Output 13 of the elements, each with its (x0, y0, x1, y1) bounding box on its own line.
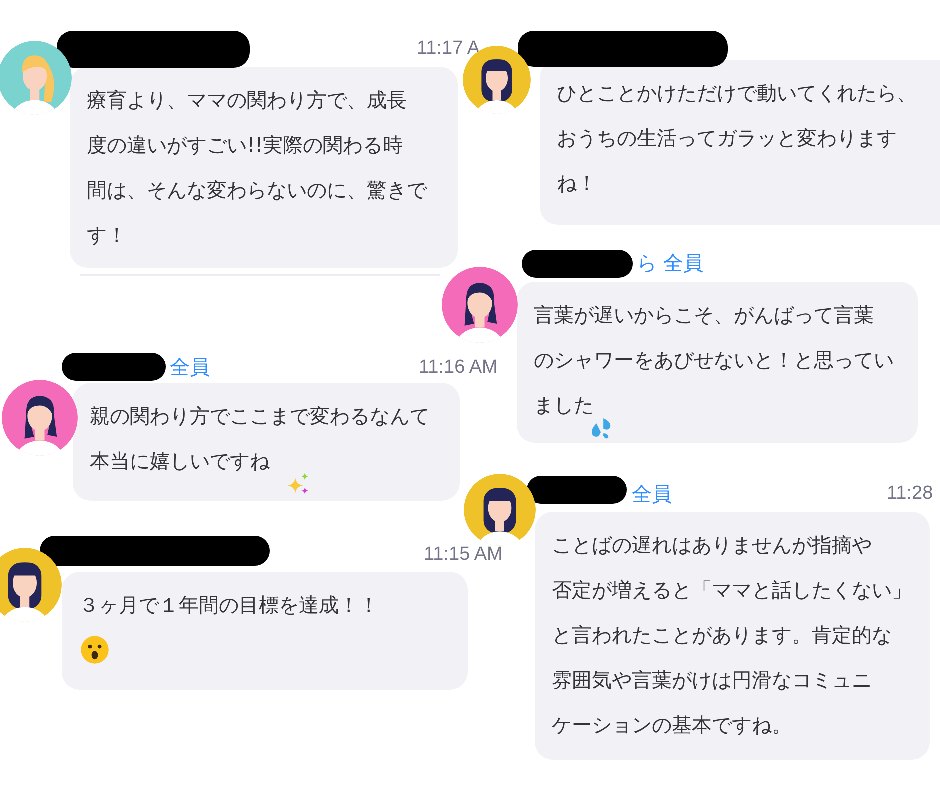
message-text: ひとことかけただけで動いてくれたら、おうちの生活ってガラッと変わりますね！ (557, 80, 917, 197)
recipient-label: 全員 (170, 355, 210, 379)
recipient-label: ら 全員 (637, 251, 704, 275)
timestamp: 11:28 (887, 483, 934, 505)
message-text: ３ヶ月で１年間の目標を達成！！ (79, 592, 379, 619)
timestamp: 11:16 AM (419, 357, 498, 379)
recipient-label: 全員 (632, 482, 672, 506)
message-text: 親の関わり方でここまで変わるなんて本当に嬉しいですね (90, 403, 430, 471)
message-text: 言葉が遅いからこそ、がんばって言葉のシャワーをあびせないと！と思っていました (534, 302, 894, 415)
message-text: ことばの遅れはありませんが指摘や否定が増えると「ママと話したくない」と言われたことがあります。肯定的な雰囲気や言葉がけは円滑なコミュニケーションの基本ですね。 (552, 532, 912, 739)
message-text: 療育より、ママの関わり方で、成長度の違いがすごい!!実際の関わる時間は、そんな変わらないのに、驚きです！ (87, 87, 427, 249)
surprised-face-icon (79, 634, 111, 666)
timestamp: 11:15 AM (424, 544, 503, 566)
